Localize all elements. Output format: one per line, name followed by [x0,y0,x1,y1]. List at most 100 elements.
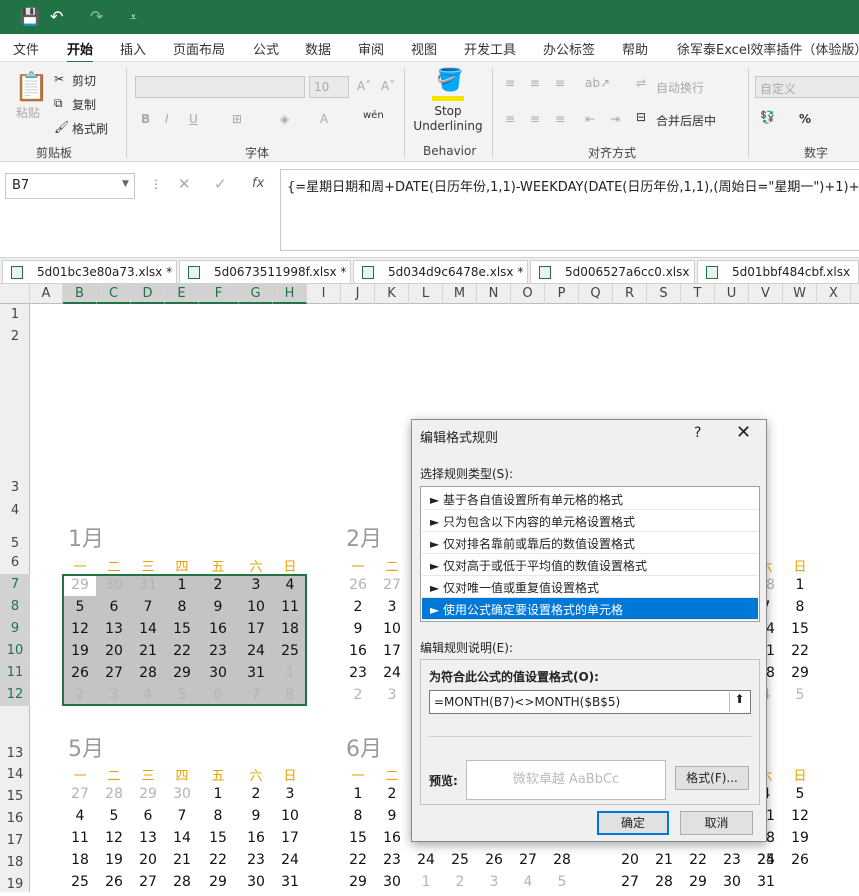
column-header[interactable]: F [199,284,239,304]
row-header[interactable]: 15 [0,786,30,808]
align-bottom-icon[interactable]: ≡ [555,76,565,90]
tab-insert[interactable]: 插入 [120,39,146,58]
column-header[interactable]: U [715,284,749,304]
row-header[interactable]: 9 [0,618,30,640]
tab-data[interactable]: 数据 [305,39,331,58]
column-header[interactable]: H [273,284,307,304]
cancel-button[interactable]: 取消 [680,811,753,835]
shrink-font-icon[interactable]: A˅ [381,79,395,93]
align-middle-icon[interactable]: ≡ [530,76,540,90]
bold-icon[interactable]: B [141,112,150,126]
font-size-combo[interactable]: 10 [309,76,349,98]
select-all-corner[interactable] [0,284,30,304]
column-header[interactable]: K [375,284,409,304]
tab-file[interactable]: 文件 [13,39,39,58]
row-header[interactable]: 6 [0,552,30,574]
copy-icon[interactable]: ⧉ [54,96,63,111]
column-header[interactable]: B [63,284,97,304]
tab-review[interactable]: 审阅 [358,39,384,58]
column-header[interactable]: R [613,284,647,304]
row-header[interactable]: 7 [0,574,30,596]
column-header[interactable]: C [97,284,131,304]
tab-home[interactable]: 开始 [67,39,94,64]
paste-button[interactable]: 粘贴 [16,104,40,121]
row-header[interactable]: 12 [0,684,30,706]
tab-help[interactable]: 帮助 [622,39,648,58]
column-header[interactable]: G [239,284,273,304]
fill-color-icon[interactable]: ◈ [280,112,289,126]
column-header[interactable]: P [545,284,579,304]
border-icon[interactable]: ⊞ [232,112,242,126]
save-icon[interactable]: 💾 [20,7,40,26]
column-header[interactable]: T [681,284,715,304]
redo-icon[interactable]: ↷ [90,7,103,26]
cut-button[interactable]: 剪切 [72,72,96,89]
tab-formulas[interactable]: 公式 [253,39,279,58]
row-header[interactable]: 5 [0,522,30,552]
row-header[interactable]: 11 [0,662,30,684]
format-button[interactable]: 格式(F)... [675,766,749,790]
row-header[interactable]: 16 [0,808,30,830]
row-header[interactable]: 17 [0,830,30,852]
row-header[interactable]: 4 [0,500,30,522]
copy-button[interactable]: 复制 [72,96,96,113]
column-header[interactable]: A [30,284,63,304]
tab-developer[interactable]: 开发工具 [464,39,516,58]
rule-formula-input[interactable]: =MONTH(B7)<>MONTH($B$5) [429,690,751,714]
format-painter-button[interactable]: 格式刷 [72,120,108,137]
row-header[interactable]: 14 [0,764,30,786]
column-header[interactable]: J [341,284,375,304]
collapse-dialog-icon[interactable]: ⬆ [729,692,749,712]
phonetic-icon[interactable]: wén [363,110,384,121]
row-header[interactable]: 18 [0,852,30,874]
column-header[interactable]: V [749,284,783,304]
wrap-text-icon[interactable]: ⇌ [636,76,646,90]
rule-type-item[interactable]: ► 仅对高于或低于平均值的数值设置格式 [422,554,758,576]
column-header[interactable]: W [783,284,817,304]
tab-page-layout[interactable]: 页面布局 [173,39,225,58]
increase-indent-icon[interactable]: ⇥ [610,112,620,126]
paint-bucket-icon[interactable]: 🪣 [436,68,463,93]
name-box-dropdown-icon[interactable]: ▼ [122,179,129,189]
column-header[interactable]: M [443,284,477,304]
align-right-icon[interactable]: ≡ [555,112,565,126]
row-header[interactable]: 8 [0,596,30,618]
tab-addin[interactable]: 徐军泰Excel效率插件（体验版） [677,39,859,58]
rule-type-item[interactable]: ► 只为包含以下内容的单元格设置格式 [422,510,758,532]
column-header[interactable]: S [647,284,681,304]
workbook-tab[interactable]: 5d0673511998f.xlsx * [179,260,351,284]
tab-view[interactable]: 视图 [411,39,437,58]
close-button[interactable]: ✕ [736,422,751,443]
rule-type-item[interactable]: ► 仅对排名靠前或靠后的数值设置格式 [422,532,758,554]
undo-icon[interactable]: ↶ [50,7,63,26]
row-header[interactable]: 3 [0,476,30,500]
decrease-indent-icon[interactable]: ⇤ [585,112,595,126]
number-format-combo[interactable]: 自定义 [755,76,859,98]
column-header[interactable]: Q [579,284,613,304]
column-header[interactable]: X [817,284,851,304]
underline-icon[interactable]: U [189,112,198,126]
cut-icon[interactable]: ✂ [54,72,64,86]
rule-type-item[interactable]: ► 基于各自值设置所有单元格的格式 [422,488,758,510]
percent-button[interactable]: % [799,112,811,126]
tab-office-tab[interactable]: 办公标签 [543,39,595,58]
row-header[interactable]: 13 [0,706,30,764]
rule-type-item[interactable]: ► 仅对唯一值或重复值设置格式 [422,576,758,598]
grow-font-icon[interactable]: A˄ [357,79,371,93]
help-button[interactable]: ? [694,425,701,441]
accounting-format-icon[interactable]: 💱 [760,110,775,124]
cancel-entry-icon[interactable]: ✕ [178,175,191,193]
wrap-text-button[interactable]: 自动换行 [656,79,704,96]
orientation-icon[interactable]: ab↗ [585,76,610,90]
align-left-icon[interactable]: ≡ [505,112,515,126]
stop-underlining-button[interactable]: Stop Underlining [412,104,484,134]
formula-input[interactable]: {=星期日期和周+DATE(日历年份,1,1)-WEEKDAY(DATE(日历年… [280,169,859,251]
merge-center-icon[interactable]: ⊟ [636,110,646,124]
workbook-tab[interactable]: 5d034d9c6478e.xlsx * [353,260,528,284]
row-header[interactable]: 2 [0,326,30,476]
font-color-icon[interactable]: A [320,112,328,126]
italic-icon[interactable]: I [165,112,169,126]
rule-type-item-selected[interactable]: ► 使用公式确定要设置格式的单元格 [422,598,758,620]
name-box[interactable]: B7 [5,173,135,199]
workbook-tab[interactable]: 5d01bc3e80a73.xlsx * [2,260,177,284]
